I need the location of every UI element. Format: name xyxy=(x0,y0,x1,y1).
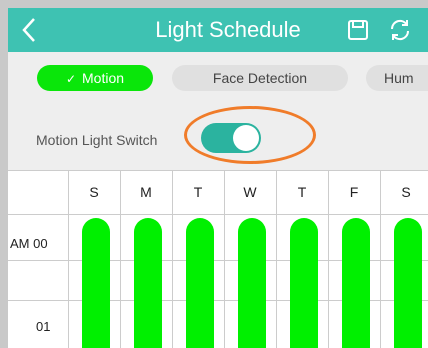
schedule-bar-saturday[interactable] xyxy=(394,218,422,348)
tab-label: Face Detection xyxy=(212,70,308,86)
time-label-am00: AM 00 xyxy=(10,236,48,251)
day-header-thursday: T xyxy=(297,184,307,200)
day-header-friday: F xyxy=(349,184,359,200)
grid-line xyxy=(8,214,428,215)
tab-label: Motion xyxy=(82,70,125,86)
schedule-bar-tuesday[interactable] xyxy=(186,218,214,348)
refresh-icon xyxy=(390,19,410,41)
tab-label: Hum xyxy=(384,70,414,86)
schedule-grid: S M T W T F S AM 00 01 xyxy=(8,170,428,348)
day-header-sunday: S xyxy=(89,184,99,200)
tab-humidity[interactable]: Hum xyxy=(366,65,428,91)
chevron-left-icon xyxy=(22,18,35,42)
time-label-01: 01 xyxy=(36,319,51,334)
day-header-saturday: S xyxy=(401,184,411,200)
check-icon: ✓ xyxy=(65,72,77,86)
schedule-bar-friday[interactable] xyxy=(342,218,370,348)
schedule-bar-monday[interactable] xyxy=(134,218,162,348)
back-button[interactable] xyxy=(12,12,46,48)
tab-motion[interactable]: ✓ Motion xyxy=(37,65,153,91)
day-header-tuesday: T xyxy=(193,184,203,200)
save-button[interactable] xyxy=(344,16,372,44)
schedule-bar-sunday[interactable] xyxy=(82,218,110,348)
day-header-wednesday: W xyxy=(243,184,257,200)
refresh-button[interactable] xyxy=(386,16,414,44)
tab-face-detection[interactable]: Face Detection xyxy=(172,65,348,91)
page-title: Light Schedule xyxy=(155,17,301,42)
header-bar: Light Schedule xyxy=(8,8,428,52)
schedule-bar-wednesday[interactable] xyxy=(238,218,266,348)
toggle-knob xyxy=(233,125,259,151)
motion-light-toggle[interactable] xyxy=(201,123,261,153)
motion-light-switch-label: Motion Light Switch xyxy=(36,132,158,148)
schedule-bar-thursday[interactable] xyxy=(290,218,318,348)
save-icon xyxy=(348,20,368,40)
day-header-monday: M xyxy=(140,184,152,200)
